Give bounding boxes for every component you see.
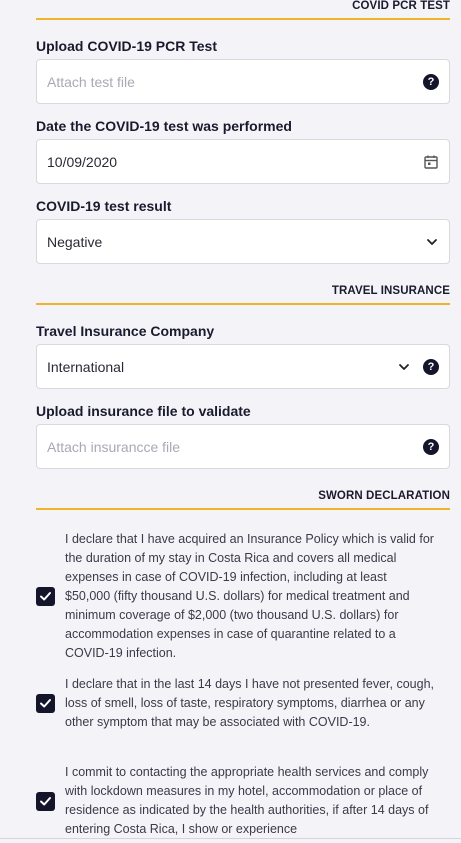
section-header-covid: COVID PCR TEST [36, 0, 450, 20]
insurance-company-value: International [47, 358, 125, 375]
checkmark-icon [40, 592, 51, 601]
chevron-down-icon [399, 363, 409, 370]
declaration-checkbox[interactable] [36, 587, 55, 606]
section-header-sworn: SWORN DECLARATION [36, 490, 450, 510]
chevron-down-icon [427, 238, 437, 245]
question-circle-icon[interactable]: ? [423, 73, 439, 90]
test-date-label: Date the COVID-19 test was performed [36, 118, 292, 134]
declaration-text: I commit to contacting the appropriate h… [65, 765, 429, 836]
checkmark-icon [40, 796, 51, 805]
travel-form: COVID PCR TEST Upload COVID-19 PCR Test … [0, 0, 461, 843]
insurance-upload-placeholder: Attach insurancce file [47, 438, 181, 455]
declaration-checkbox[interactable] [36, 791, 55, 811]
test-result-label: COVID-19 test result [36, 198, 172, 214]
insurance-company-label: Travel Insurance Company [36, 323, 215, 339]
divider [0, 838, 461, 839]
question-circle-icon[interactable]: ? [423, 438, 439, 455]
declaration-text: I declare that in the last 14 days I hav… [65, 677, 434, 729]
test-result-value: Negative [47, 233, 103, 250]
section-header-insurance: TRAVEL INSURANCE [36, 285, 450, 305]
test-date-value: 10/09/2020 [47, 153, 118, 170]
insurance-company-select[interactable]: International ? [36, 344, 450, 389]
insurance-upload-label: Upload insurance file to validate [36, 403, 251, 419]
declaration-text: I declare that I have acquired an Insura… [65, 532, 434, 660]
insurance-upload-field[interactable]: Attach insurancce file ? [36, 424, 450, 469]
declaration-item: I declare that I have acquired an Insura… [36, 530, 450, 663]
declaration-item: I declare that in the last 14 days I hav… [36, 675, 450, 732]
question-circle-icon[interactable]: ? [423, 358, 439, 375]
calendar-icon[interactable] [423, 154, 439, 170]
checkmark-icon [40, 699, 51, 708]
declaration-item: I commit to contacting the appropriate h… [36, 763, 450, 839]
declaration-checkbox[interactable] [36, 694, 55, 713]
pcr-upload-field[interactable]: Attach test file ? [36, 59, 450, 104]
pcr-upload-label: Upload COVID-19 PCR Test [36, 38, 217, 54]
pcr-upload-placeholder: Attach test file [47, 73, 135, 90]
test-date-field[interactable]: 10/09/2020 [36, 139, 450, 184]
test-result-select[interactable]: Negative [36, 219, 450, 264]
